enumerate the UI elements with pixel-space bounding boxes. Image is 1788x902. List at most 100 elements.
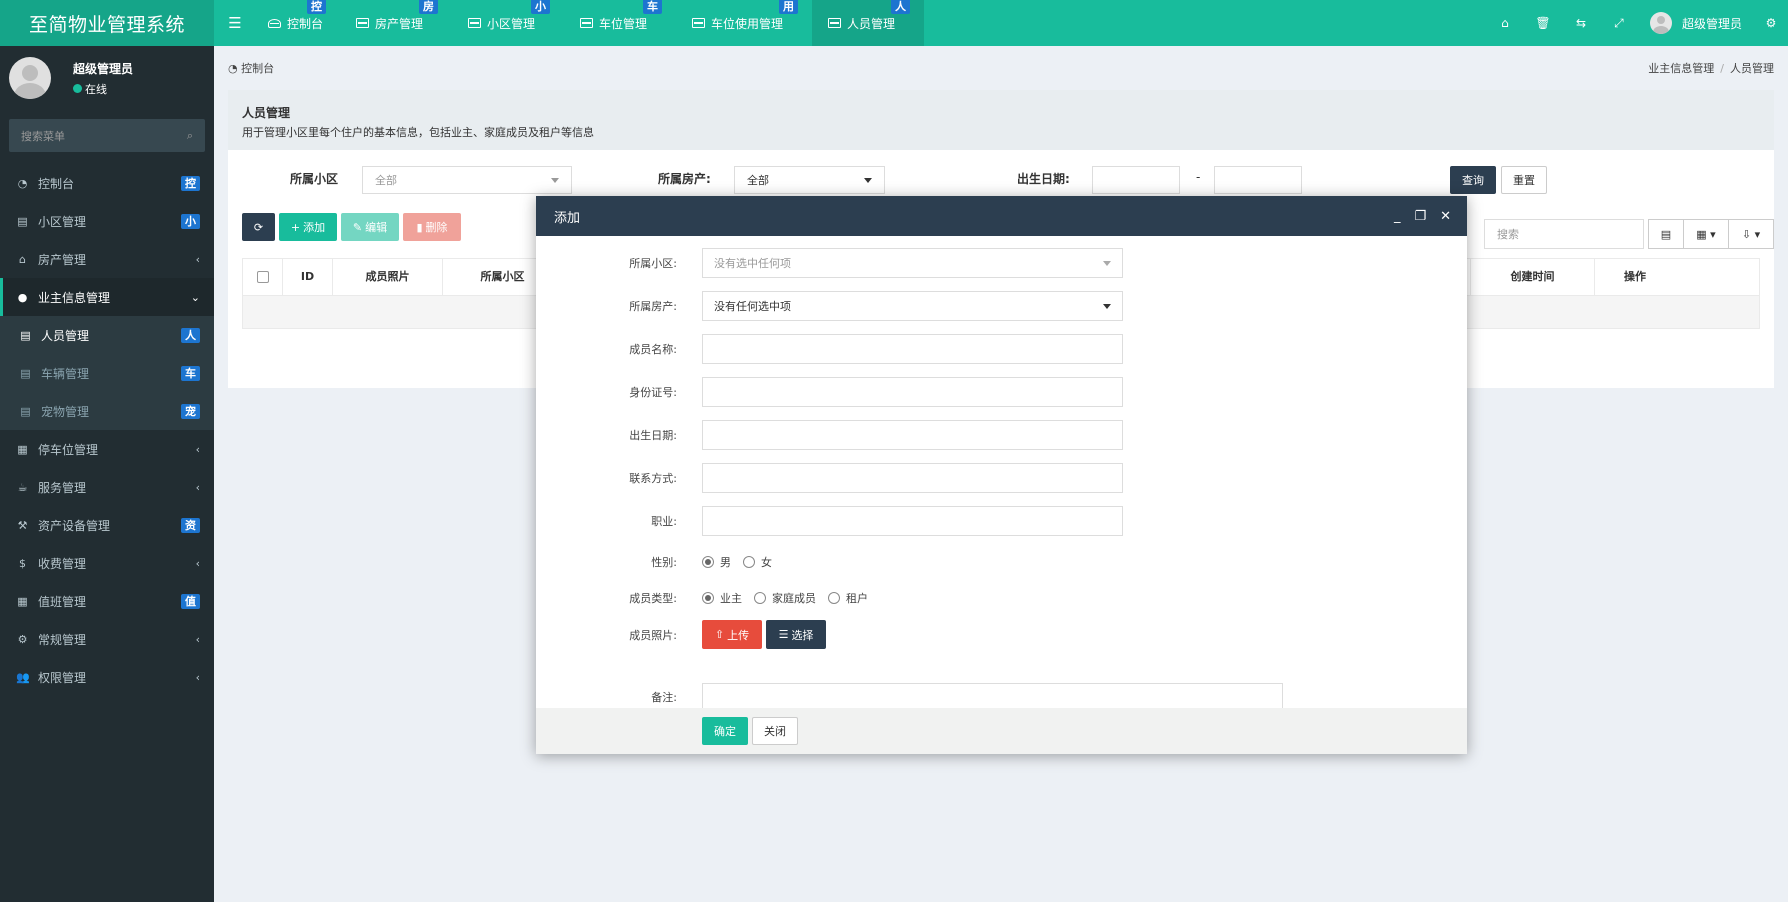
language-icon[interactable]: ⇆ xyxy=(1562,0,1600,46)
delete-button[interactable]: ▮ 删除 xyxy=(403,213,461,241)
confirm-button[interactable]: 确定 xyxy=(702,717,748,745)
users-icon: 👥 xyxy=(16,670,30,684)
app-logo[interactable]: 至简物业管理系统 xyxy=(0,0,214,46)
sidebar-item-house[interactable]: ⌂ 房产管理 ‹ xyxy=(0,240,214,278)
job-input[interactable] xyxy=(702,506,1123,536)
filter-birth-end-input[interactable] xyxy=(1214,166,1302,194)
dollar-icon: $ xyxy=(19,556,26,570)
breadcrumb-item[interactable]: 业主信息管理 xyxy=(1648,62,1714,75)
select-all-checkbox[interactable] xyxy=(243,258,283,296)
sidebar-item-assets[interactable]: ⚒ 资产设备管理资 xyxy=(0,506,214,544)
minimize-icon[interactable]: _ xyxy=(1394,209,1401,224)
user-panel: 超级管理员 在线 xyxy=(0,46,214,110)
gender-male-radio[interactable]: 男 xyxy=(702,554,731,570)
close-button[interactable]: 关闭 xyxy=(752,717,798,745)
idcard-input[interactable] xyxy=(702,377,1123,407)
sidebar-item-fees[interactable]: $ 收费管理 ‹ xyxy=(0,544,214,582)
community-select[interactable]: 没有选中任何项 xyxy=(702,248,1123,278)
query-button[interactable]: 查询 xyxy=(1450,166,1496,194)
top-header: 至简物业管理系统 ☰ 控制台 控 房产管理 房 小区管理 小 车位管理 车 车位… xyxy=(0,0,1788,46)
idcard-label: 身份证号: xyxy=(629,386,677,399)
reset-button[interactable]: 重置 xyxy=(1501,166,1547,194)
close-icon[interactable]: ✕ xyxy=(1440,209,1451,224)
home-icon[interactable]: ⌂ xyxy=(1486,0,1524,46)
sidebar-item-service[interactable]: ☕ 服务管理 ‹ xyxy=(0,468,214,506)
refresh-button[interactable]: ⟳ xyxy=(242,213,275,241)
filter-birth-label: 出生日期: xyxy=(1017,172,1070,186)
filter-birth-start-input[interactable] xyxy=(1092,166,1180,194)
filter-house-label: 所属房产: xyxy=(658,172,711,186)
settings-gears-icon[interactable]: ⚙ xyxy=(1754,0,1788,46)
community-label: 所属小区: xyxy=(629,257,677,270)
chevron-left-icon: ‹ xyxy=(195,670,200,684)
search-icon[interactable]: ⌕ xyxy=(187,129,193,143)
export-button[interactable]: ⇩ ▾ xyxy=(1728,219,1774,249)
columns-button[interactable]: ▦ ▾ xyxy=(1683,219,1729,249)
sidebar-item-vehicles[interactable]: ▤ 车辆管理车 xyxy=(0,354,214,392)
type-family-radio[interactable]: 家庭成员 xyxy=(754,590,816,606)
fullscreen-icon[interactable]: ⤢ xyxy=(1600,0,1638,46)
maximize-icon[interactable]: ❐ xyxy=(1414,209,1426,224)
sidebar-item-parking[interactable]: ▦ 停车位管理 ‹ xyxy=(0,430,214,468)
tab-parking[interactable]: 车位管理 车 xyxy=(564,0,676,46)
choose-button[interactable]: ☰ 选择 xyxy=(766,620,826,649)
contact-label: 联系方式: xyxy=(629,472,677,485)
type-owner-radio[interactable]: 业主 xyxy=(702,590,742,606)
filter-community-select[interactable]: 全部 xyxy=(362,166,572,194)
trash-icon[interactable]: 🗑 xyxy=(1524,0,1562,46)
gender-female-radio[interactable]: 女 xyxy=(743,554,772,570)
birth-date-input[interactable] xyxy=(702,420,1123,450)
dialog-title: 添加 xyxy=(554,210,581,226)
list-icon: ☰ xyxy=(778,628,789,641)
coffee-icon: ☕ xyxy=(17,480,28,494)
tab-parking-usage[interactable]: 车位使用管理 用 xyxy=(676,0,812,46)
sidebar-item-members[interactable]: ▤ 人员管理人 xyxy=(0,316,214,354)
tab-house[interactable]: 房产管理 房 xyxy=(340,0,452,46)
list-icon: ▤ xyxy=(1660,227,1672,241)
birth-label: 出生日期: xyxy=(629,429,677,442)
edit-button[interactable]: ✎ 编辑 xyxy=(341,213,399,241)
column-header[interactable]: 创建时间 xyxy=(1471,258,1595,296)
sidebar-item-owner-info[interactable]: ● 业主信息管理 ⌄ xyxy=(0,278,214,316)
remark-textarea[interactable] xyxy=(702,683,1283,708)
filter-community-label: 所属小区 xyxy=(290,172,339,186)
menu-toggle-icon[interactable]: ☰ xyxy=(222,0,248,46)
type-tenant-radio[interactable]: 租户 xyxy=(828,590,868,606)
sidebar-item-duty[interactable]: ▦ 值班管理值 xyxy=(0,582,214,620)
breadcrumb-right: 业主信息管理 / 人员管理 xyxy=(1648,62,1774,75)
toggle-view-button[interactable]: ▤ xyxy=(1648,219,1684,249)
sidebar-item-permissions[interactable]: 👥 权限管理 ‹ xyxy=(0,658,214,696)
tab-community[interactable]: 小区管理 小 xyxy=(452,0,564,46)
upload-button[interactable]: ⇧ 上传 xyxy=(702,620,762,649)
house-select[interactable]: 没有任何选中项 xyxy=(702,291,1123,321)
table-search-input[interactable]: 搜索 xyxy=(1484,219,1644,249)
filter-house-select[interactable]: 全部 xyxy=(734,166,885,194)
sidebar: 超级管理员 在线 搜索菜单 ⌕ ◔ 控制台控 ▤ 小区管理小 ⌂ 房产管理 ‹ ● 业主信… xyxy=(0,46,214,902)
sidebar-search-input[interactable]: 搜索菜单 ⌕ xyxy=(9,119,205,152)
add-member-dialog: 添加 _ ❐ ✕ 所属小区: 没有选中任何项 所属房产: 没有任何选中项 成员名… xyxy=(536,196,1467,754)
tab-members[interactable]: 人员管理 人 xyxy=(812,0,924,46)
dialog-title-bar[interactable]: 添加 _ ❐ ✕ xyxy=(536,196,1467,236)
caret-down-icon xyxy=(1103,260,1111,266)
job-label: 职业: xyxy=(651,515,677,528)
add-button[interactable]: + 添加 xyxy=(279,213,337,241)
sidebar-item-dashboard[interactable]: ◔ 控制台控 xyxy=(0,164,214,202)
column-header[interactable]: 成员照片 xyxy=(333,258,443,296)
sidebar-item-general[interactable]: ⚙ 常规管理 ‹ xyxy=(0,620,214,658)
home-icon: ⌂ xyxy=(19,252,26,266)
panel-header: 人员管理 用于管理小区里每个住户的基本信息，包括业主、家庭成员及租户等信息 xyxy=(228,90,1774,150)
top-user-menu[interactable]: 超级管理员 xyxy=(1638,12,1754,34)
form-row-name: 成员名称: xyxy=(536,334,1467,364)
form-row-job: 职业: xyxy=(536,506,1467,536)
breadcrumb[interactable]: ◔ 控制台 xyxy=(228,60,274,76)
tab-badge: 车 xyxy=(643,0,662,14)
sidebar-item-community[interactable]: ▤ 小区管理小 xyxy=(0,202,214,240)
member-name-input[interactable] xyxy=(702,334,1123,364)
contact-input[interactable] xyxy=(702,463,1123,493)
menu-badge: 小 xyxy=(181,213,200,229)
sidebar-item-pets[interactable]: ▤ 宠物管理宠 xyxy=(0,392,214,430)
chevron-left-icon: ‹ xyxy=(195,252,200,266)
tab-dashboard[interactable]: 控制台 控 xyxy=(252,0,340,46)
column-header[interactable]: ID xyxy=(283,258,333,296)
list-icon xyxy=(356,18,369,28)
